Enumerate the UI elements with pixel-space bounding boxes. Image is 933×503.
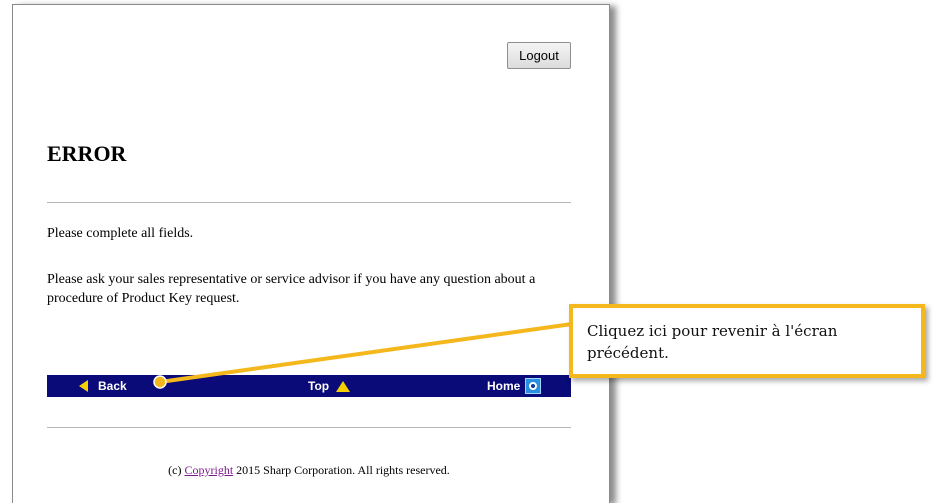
annotation-callout: Cliquez ici pour revenir à l'écran précé… [569, 304, 925, 378]
callout-dot-icon [153, 375, 167, 389]
callout-pointer [153, 322, 574, 389]
